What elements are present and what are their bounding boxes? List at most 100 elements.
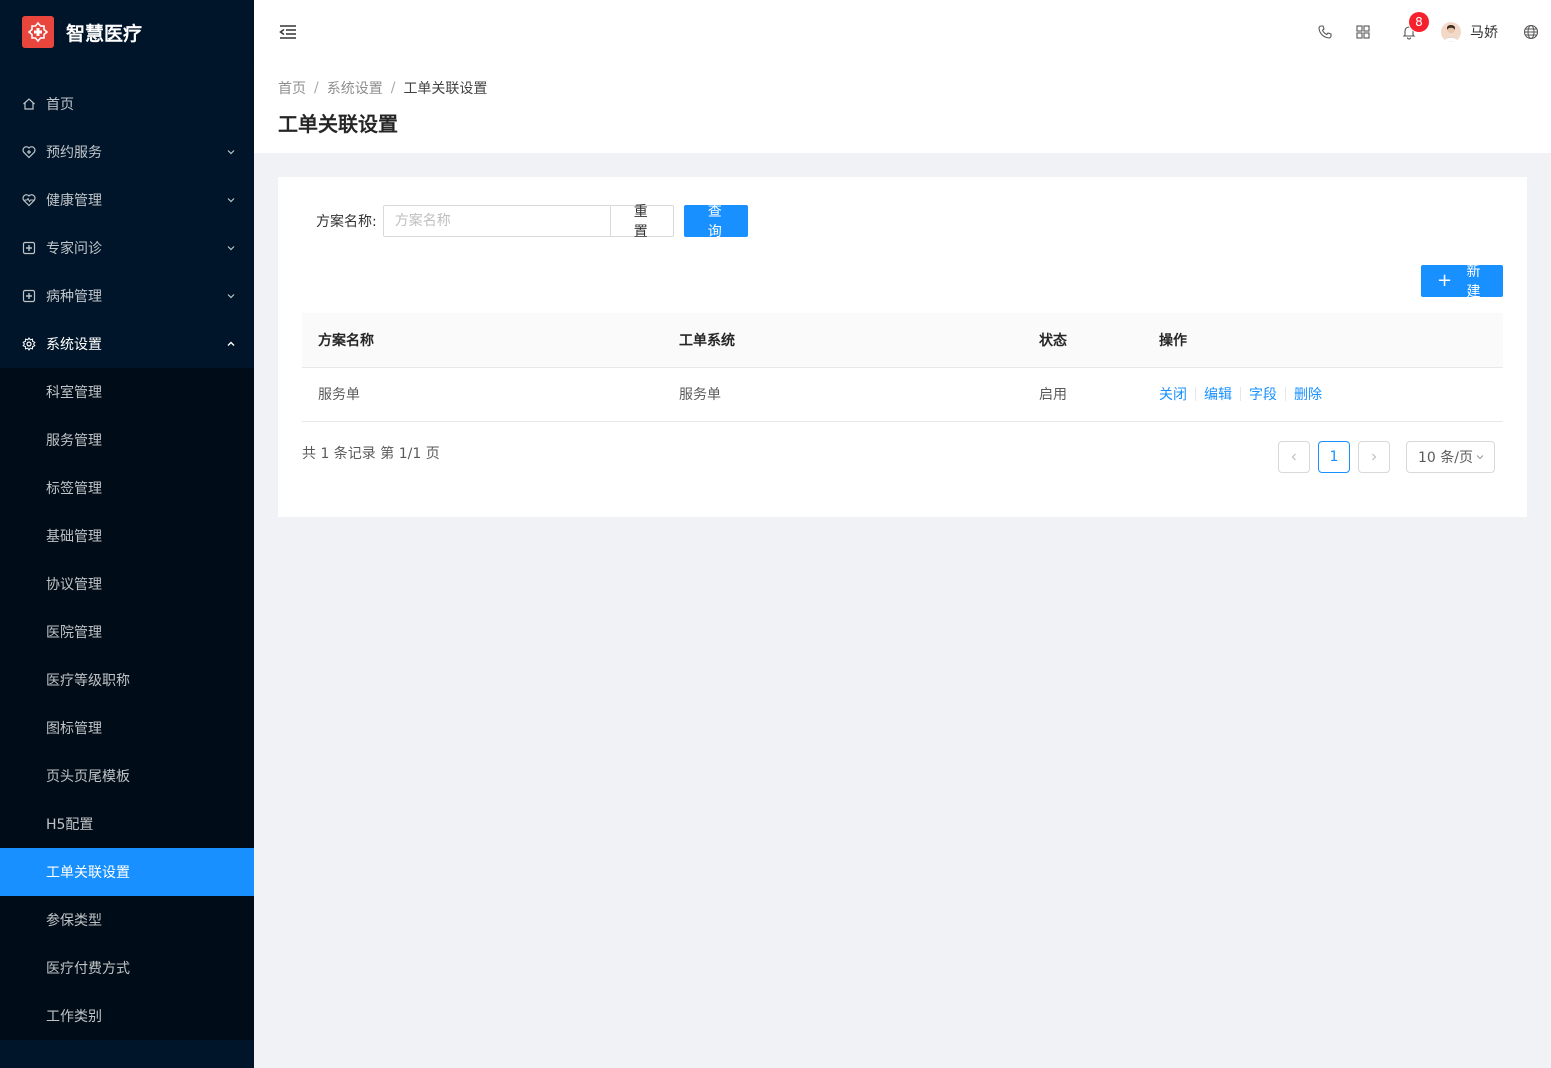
divider bbox=[1240, 387, 1241, 401]
new-button-label: 新建 bbox=[1466, 264, 1481, 300]
search-label: 方案名称: bbox=[316, 214, 377, 230]
column-header-actions: 操作 bbox=[1143, 313, 1503, 368]
breadcrumb-separator: / bbox=[390, 80, 396, 96]
logo[interactable]: 智慧医疗 bbox=[0, 0, 254, 64]
scheme-name-input[interactable] bbox=[382, 205, 610, 237]
chevron-down-icon bbox=[1476, 455, 1484, 460]
chevron-right-icon bbox=[1372, 453, 1377, 461]
sidebar-item-disease[interactable]: 病种管理 bbox=[0, 272, 254, 320]
search-form: 方案名称: 重 置 查 询 bbox=[316, 204, 748, 240]
avatar bbox=[1441, 22, 1461, 42]
chevron-left-icon bbox=[1291, 453, 1296, 461]
sidebar-item-workorder-link[interactable]: 工单关联设置 bbox=[0, 848, 254, 896]
sidebar-item-h5-config[interactable]: H5配置 bbox=[0, 800, 254, 848]
page-number-button[interactable]: 1 bbox=[1318, 441, 1350, 473]
new-button[interactable]: + 新建 bbox=[1421, 264, 1503, 300]
page-size-value: 10 条/页 bbox=[1418, 450, 1473, 466]
sidebar-item-label: 首页 bbox=[46, 97, 74, 113]
breadcrumb-home[interactable]: 首页 bbox=[278, 78, 306, 98]
chevron-down-icon bbox=[226, 243, 236, 253]
sidebar-item-service[interactable]: 服务管理 bbox=[0, 416, 254, 464]
divider bbox=[1285, 387, 1286, 401]
table-row: 服务单 服务单 启用 关闭 编辑 字段 删除 bbox=[302, 367, 1503, 422]
sidebar-item-settings[interactable]: 系统设置 bbox=[0, 320, 254, 368]
notification-bell[interactable]: 8 bbox=[1397, 0, 1429, 64]
page-header: 首页 / 系统设置 / 工单关联设置 工单关联设置 bbox=[254, 64, 1551, 153]
chevron-down-icon bbox=[226, 195, 236, 205]
medical-plus-icon bbox=[22, 289, 36, 303]
settings-submenu: 科室管理 服务管理 标签管理 基础管理 协议管理 医院管理 医疗等级职称 图标管… bbox=[0, 368, 254, 1040]
close-link[interactable]: 关闭 bbox=[1159, 384, 1187, 404]
home-icon bbox=[22, 97, 36, 111]
page-size-select[interactable]: 10 条/页 bbox=[1406, 441, 1495, 473]
sidebar-menu: 首页 预约服务 健康管理 专家问诊 病种管理 系统设置 科室管理 服务管理 标签… bbox=[0, 80, 254, 1040]
breadcrumb-settings[interactable]: 系统设置 bbox=[327, 78, 383, 98]
sidebar-item-basic[interactable]: 基础管理 bbox=[0, 512, 254, 560]
notification-badge: 8 bbox=[1409, 12, 1429, 32]
gear-icon bbox=[22, 337, 36, 351]
sidebar-item-consultation[interactable]: 专家问诊 bbox=[0, 224, 254, 272]
sidebar-item-health[interactable]: 健康管理 bbox=[0, 176, 254, 224]
fields-link[interactable]: 字段 bbox=[1249, 384, 1277, 404]
user-menu[interactable]: 马娇 bbox=[1441, 0, 1498, 64]
breadcrumb-separator: / bbox=[314, 80, 319, 96]
sidebar-item-home[interactable]: 首页 bbox=[0, 80, 254, 128]
heart-pulse-icon bbox=[22, 193, 36, 207]
page-title: 工单关联设置 bbox=[278, 112, 398, 136]
sidebar-item-tag[interactable]: 标签管理 bbox=[0, 464, 254, 512]
sidebar-item-label: 病种管理 bbox=[46, 289, 102, 305]
sidebar-item-label: 预约服务 bbox=[46, 145, 102, 161]
apps-grid-icon[interactable] bbox=[1353, 0, 1373, 64]
sidebar-item-work-category[interactable]: 工作类别 bbox=[0, 992, 254, 1040]
row-actions: 关闭 编辑 字段 删除 bbox=[1159, 384, 1487, 404]
header-actions: 8 马娇 bbox=[1315, 0, 1551, 64]
divider bbox=[1195, 387, 1196, 401]
column-header-name: 方案名称 bbox=[302, 313, 663, 368]
sidebar-item-label: 专家问诊 bbox=[46, 241, 102, 257]
reset-button[interactable]: 重 置 bbox=[609, 204, 674, 240]
plus-icon: + bbox=[1437, 270, 1453, 291]
cell-actions: 关闭 编辑 字段 删除 bbox=[1143, 367, 1503, 422]
chevron-down-icon bbox=[226, 147, 236, 157]
user-name: 马娇 bbox=[1470, 25, 1498, 41]
heart-shield-icon bbox=[22, 145, 36, 159]
table-header-row: 方案名称 工单系统 状态 操作 bbox=[302, 313, 1503, 368]
delete-link[interactable]: 删除 bbox=[1294, 384, 1322, 404]
scheme-table: 方案名称 工单系统 状态 操作 服务单 服务单 启用 关闭 编辑 字段 删除 bbox=[302, 313, 1503, 422]
sidebar-item-icon-manage[interactable]: 图标管理 bbox=[0, 704, 254, 752]
menu-fold-icon[interactable] bbox=[278, 22, 298, 42]
globe-icon[interactable] bbox=[1522, 0, 1540, 64]
sidebar-item-insurance-type[interactable]: 参保类型 bbox=[0, 896, 254, 944]
sidebar: 智慧医疗 首页 预约服务 健康管理 专家问诊 病种管理 系统设置 科室管理 服务… bbox=[0, 0, 254, 1068]
chevron-down-icon bbox=[226, 291, 236, 301]
sidebar-item-label: 系统设置 bbox=[46, 337, 102, 353]
phone-icon[interactable] bbox=[1315, 0, 1335, 64]
cell-system: 服务单 bbox=[663, 367, 1023, 422]
sidebar-item-header-footer[interactable]: 页头页尾模板 bbox=[0, 752, 254, 800]
breadcrumb-current: 工单关联设置 bbox=[403, 81, 488, 97]
cell-status: 启用 bbox=[1023, 367, 1143, 422]
top-header: 8 马娇 bbox=[254, 0, 1551, 64]
cell-name: 服务单 bbox=[302, 367, 663, 422]
pagination-summary: 共 1 条记录 第 1/1 页 bbox=[302, 446, 440, 462]
column-header-status: 状态 bbox=[1023, 313, 1143, 368]
content-card: 方案名称: 重 置 查 询 + 新建 方案名称 工单系统 状态 操作 服务单 服… bbox=[278, 177, 1527, 517]
column-header-system: 工单系统 bbox=[663, 313, 1023, 368]
sidebar-item-agreement[interactable]: 协议管理 bbox=[0, 560, 254, 608]
prev-page-button[interactable] bbox=[1278, 441, 1310, 473]
app-title: 智慧医疗 bbox=[66, 22, 143, 45]
logo-cross-icon bbox=[22, 16, 54, 48]
chevron-up-icon bbox=[226, 339, 236, 349]
next-page-button[interactable] bbox=[1358, 441, 1390, 473]
sidebar-item-payment-method[interactable]: 医疗付费方式 bbox=[0, 944, 254, 992]
edit-link[interactable]: 编辑 bbox=[1204, 384, 1232, 404]
medical-plus-icon bbox=[22, 241, 36, 255]
query-button[interactable]: 查 询 bbox=[683, 204, 748, 240]
sidebar-item-hospital[interactable]: 医院管理 bbox=[0, 608, 254, 656]
pagination: 1 10 条/页 bbox=[1278, 441, 1495, 473]
sidebar-item-appointment[interactable]: 预约服务 bbox=[0, 128, 254, 176]
sidebar-item-medical-title[interactable]: 医疗等级职称 bbox=[0, 656, 254, 704]
breadcrumb: 首页 / 系统设置 / 工单关联设置 bbox=[278, 78, 1527, 98]
sidebar-item-label: 健康管理 bbox=[46, 193, 102, 209]
sidebar-item-department[interactable]: 科室管理 bbox=[0, 368, 254, 416]
